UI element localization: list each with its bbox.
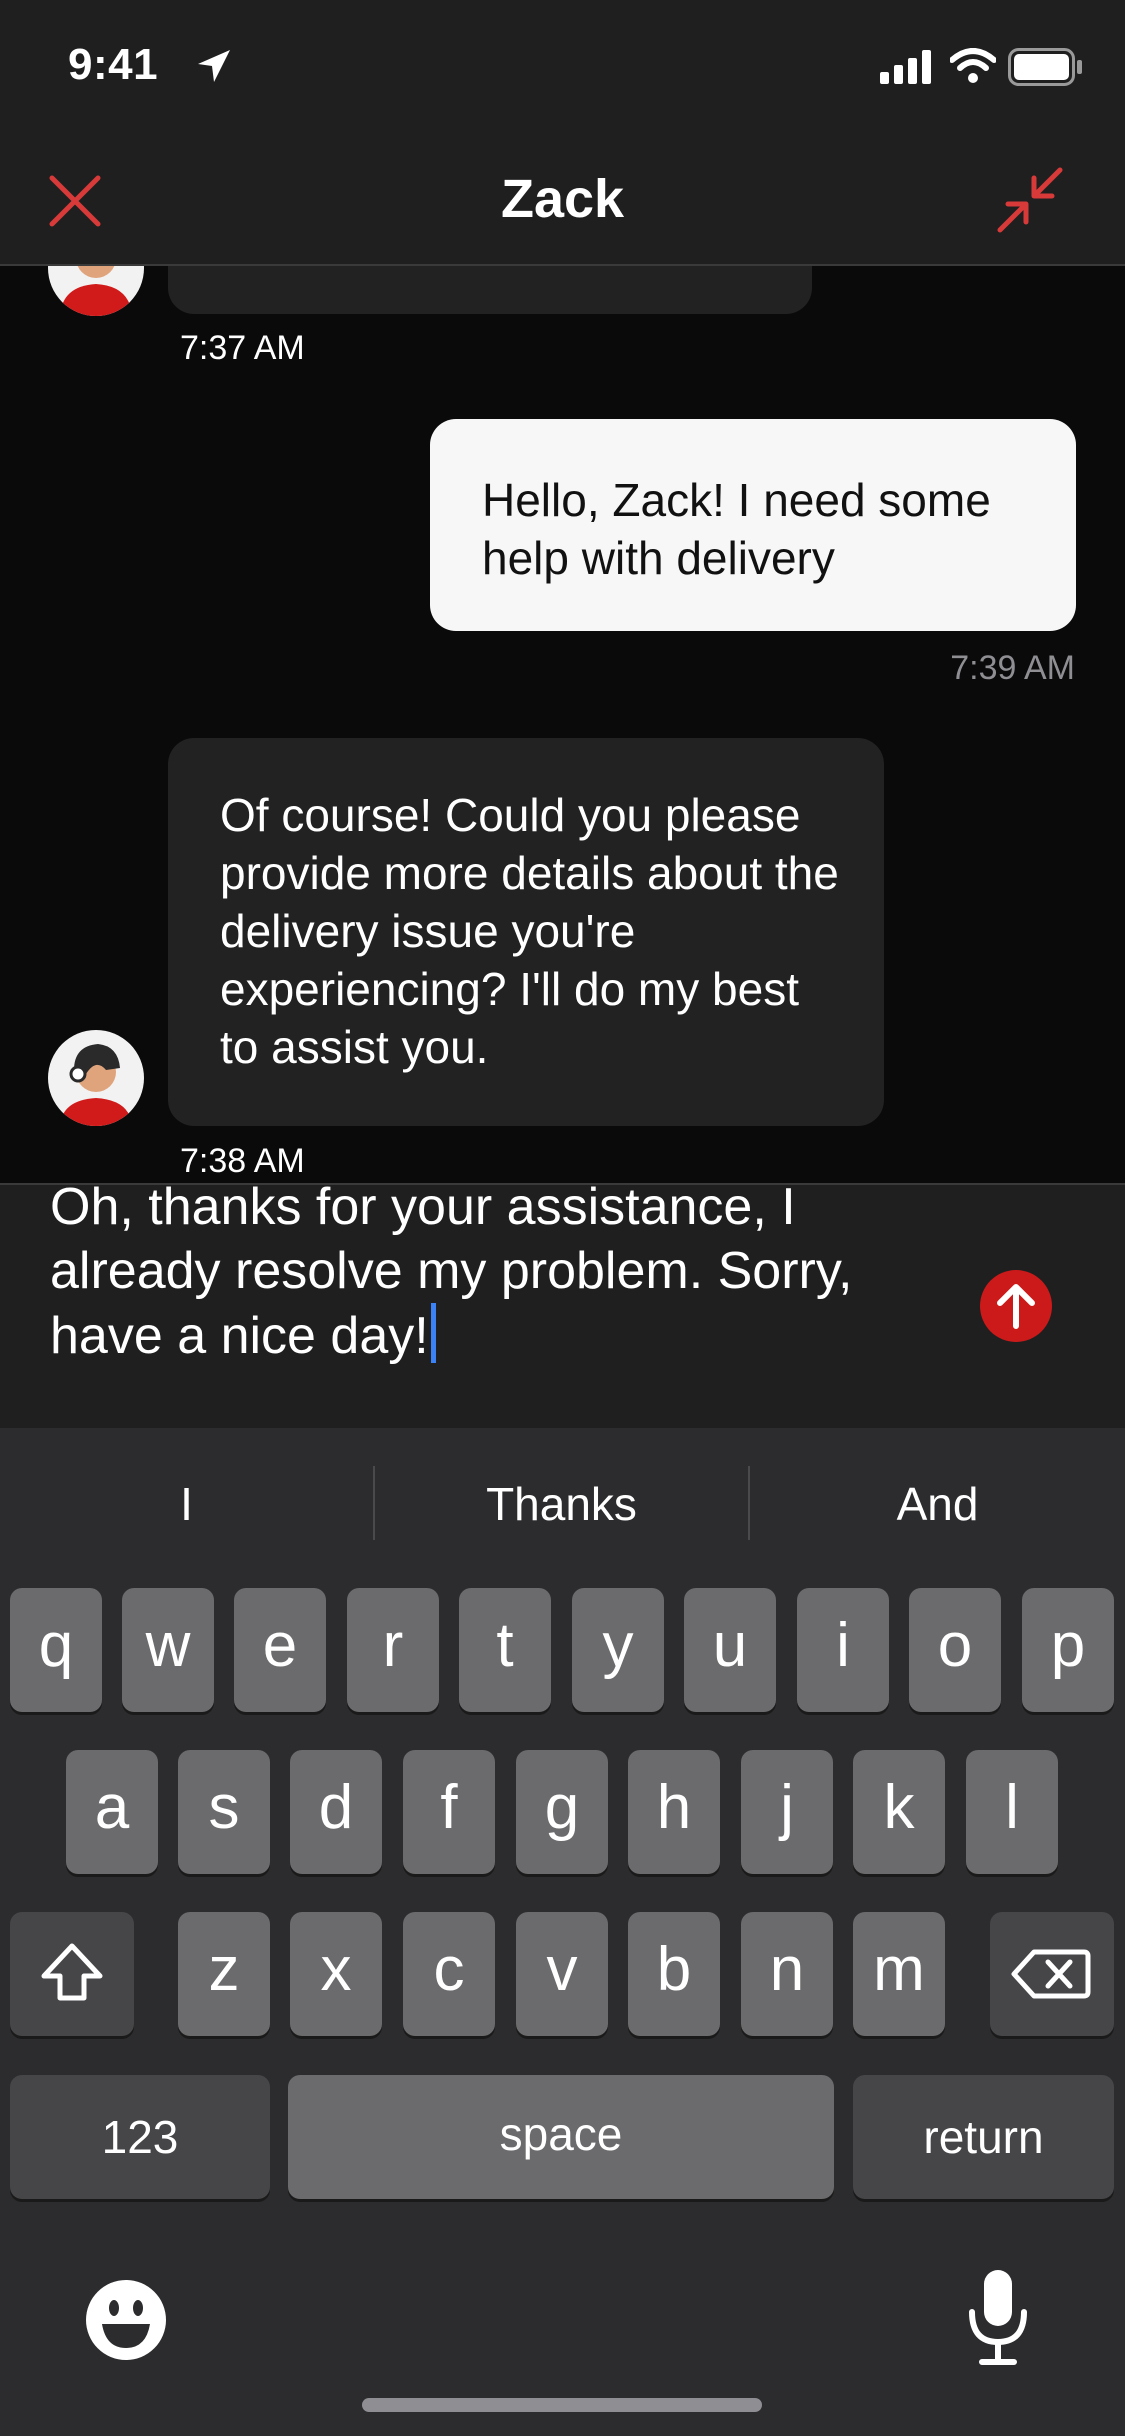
send-arrow-up-icon bbox=[997, 1284, 1035, 1329]
chat-title: Zack bbox=[500, 169, 625, 229]
key[interactable]: i bbox=[797, 1588, 889, 1712]
message-text: Hello, Zack! I need some help with deliv… bbox=[482, 474, 991, 584]
wifi-icon bbox=[950, 48, 996, 83]
agent-avatar bbox=[48, 1030, 144, 1126]
key[interactable]: y bbox=[572, 1588, 664, 1712]
backspace-icon bbox=[1011, 1949, 1091, 1999]
key[interactable]: q bbox=[10, 1588, 102, 1712]
delete-key[interactable] bbox=[990, 1912, 1114, 2036]
key[interactable]: z bbox=[178, 1912, 270, 2036]
key[interactable]: w bbox=[122, 1588, 214, 1712]
microphone-icon[interactable] bbox=[966, 2268, 1030, 2368]
key[interactable]: f bbox=[403, 1750, 495, 1874]
status-bar: 9:41 bbox=[0, 0, 1125, 140]
key[interactable]: n bbox=[741, 1912, 833, 2036]
key[interactable]: m bbox=[853, 1912, 945, 2036]
keyboard: I Thanks And q w e r t y u i o p a s d f… bbox=[0, 1428, 1125, 2436]
key[interactable]: u bbox=[684, 1588, 776, 1712]
chat-messages: 7:37 AM Hello, Zack! I need some help wi… bbox=[0, 266, 1125, 1183]
numbers-key[interactable]: 123 bbox=[10, 2075, 270, 2199]
key[interactable]: b bbox=[628, 1912, 720, 2036]
key[interactable]: l bbox=[966, 1750, 1058, 1874]
home-indicator bbox=[362, 2398, 762, 2412]
key[interactable]: k bbox=[853, 1750, 945, 1874]
key[interactable]: r bbox=[347, 1588, 439, 1712]
key[interactable]: a bbox=[66, 1750, 158, 1874]
return-key[interactable]: return bbox=[853, 2075, 1114, 2199]
key[interactable]: v bbox=[516, 1912, 608, 2036]
suggestion-item[interactable]: Thanks bbox=[375, 1468, 748, 1540]
message-bubble-incoming: Of course! Could you please provide more… bbox=[168, 738, 884, 1126]
key[interactable]: o bbox=[909, 1588, 1001, 1712]
message-timestamp: 7:38 AM bbox=[180, 1142, 305, 1180]
key[interactable]: s bbox=[178, 1750, 270, 1874]
message-timestamp: 7:39 AM bbox=[950, 649, 1075, 687]
send-button[interactable] bbox=[980, 1270, 1052, 1342]
cellular-signal-icon bbox=[880, 50, 931, 84]
message-timestamp: 7:37 AM bbox=[180, 329, 305, 367]
message-bubble-incoming bbox=[168, 266, 812, 314]
minimize-icon[interactable] bbox=[994, 164, 1066, 236]
key[interactable]: x bbox=[290, 1912, 382, 2036]
suggestion-item[interactable]: I bbox=[0, 1468, 373, 1540]
chat-header: Zack bbox=[0, 140, 1125, 266]
shift-key[interactable] bbox=[10, 1912, 134, 2036]
status-time: 9:41 bbox=[68, 40, 159, 89]
message-input[interactable]: Oh, thanks for your assistance, I alread… bbox=[50, 1183, 930, 1368]
suggestion-item[interactable]: And bbox=[750, 1468, 1125, 1540]
message-composer: Oh, thanks for your assistance, I alread… bbox=[0, 1183, 1125, 1430]
location-arrow-icon bbox=[198, 50, 230, 82]
agent-avatar bbox=[48, 266, 144, 316]
shift-icon bbox=[41, 1943, 103, 2001]
space-key[interactable]: space bbox=[288, 2075, 834, 2199]
text-caret bbox=[430, 1303, 436, 1363]
key[interactable]: j bbox=[741, 1750, 833, 1874]
key[interactable]: d bbox=[290, 1750, 382, 1874]
message-text: Of course! Could you please provide more… bbox=[220, 789, 839, 1073]
message-bubble-outgoing: Hello, Zack! I need some help with deliv… bbox=[430, 419, 1076, 631]
emoji-icon[interactable] bbox=[84, 2278, 168, 2362]
key[interactable]: c bbox=[403, 1912, 495, 2036]
key[interactable]: p bbox=[1022, 1588, 1114, 1712]
key[interactable]: h bbox=[628, 1750, 720, 1874]
key[interactable]: e bbox=[234, 1588, 326, 1712]
key[interactable]: g bbox=[516, 1750, 608, 1874]
battery-icon bbox=[1008, 48, 1082, 86]
message-input-value: Oh, thanks for your assistance, I alread… bbox=[50, 1183, 853, 1365]
key[interactable]: t bbox=[459, 1588, 551, 1712]
